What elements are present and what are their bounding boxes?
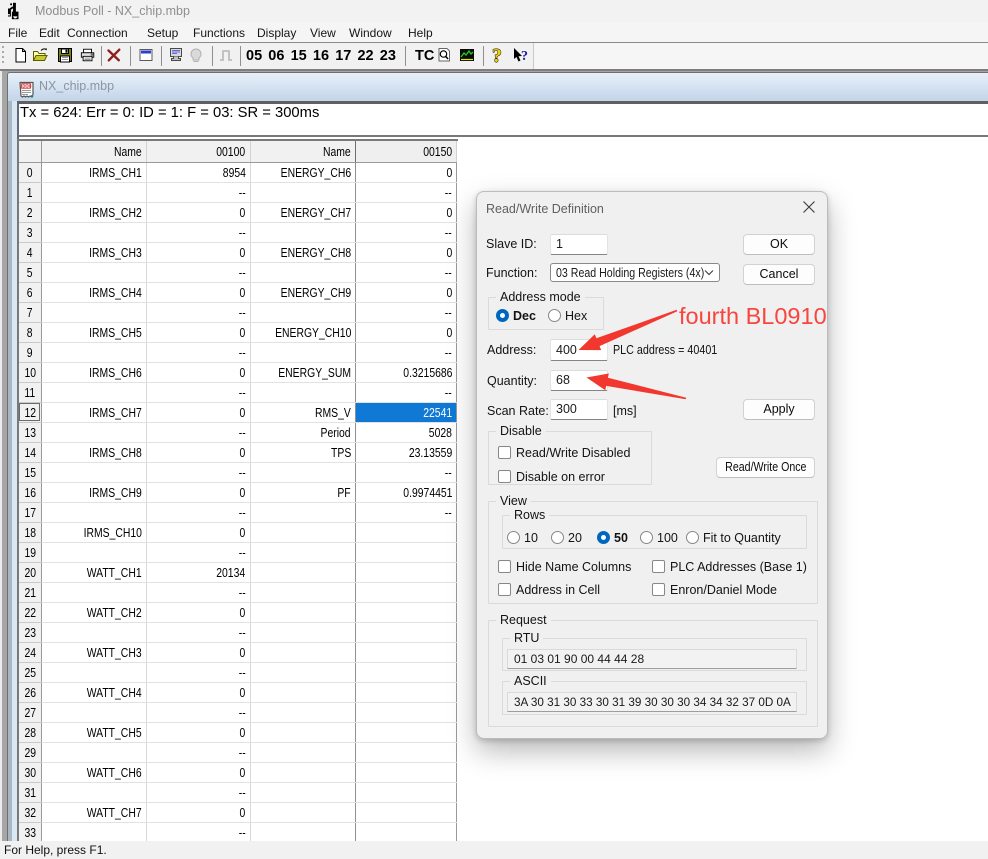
svg-text:?: ?	[521, 49, 528, 64]
svg-text:DOC: DOC	[22, 84, 31, 89]
svg-text:?: ?	[492, 45, 502, 67]
